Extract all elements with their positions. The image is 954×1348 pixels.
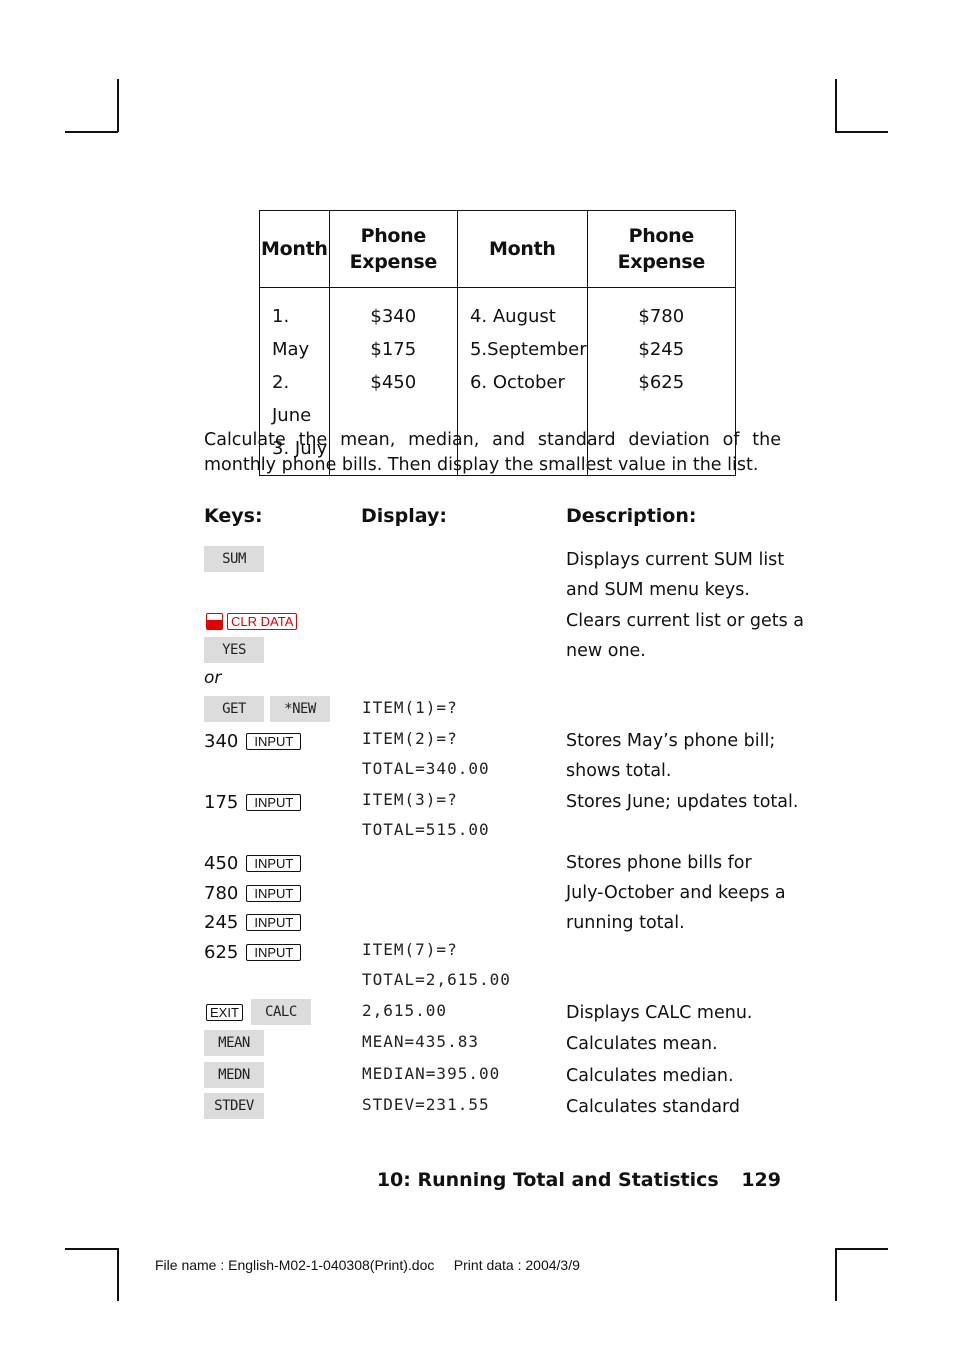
new-softkey[interactable]: *NEW: [270, 696, 330, 722]
description-line: Clears current list or gets a: [566, 611, 805, 631]
crop-mark: [117, 79, 119, 132]
step-description: Stores May’s phone bill; shows total.: [566, 726, 775, 786]
page-number: 129: [741, 1169, 781, 1191]
number-entry: 245: [204, 911, 239, 933]
or-label: or: [204, 668, 222, 688]
input-key[interactable]: INPUT: [246, 793, 302, 811]
step-description: Calculates median.: [566, 1066, 734, 1086]
month-label: 2. June: [272, 372, 312, 426]
crop-mark: [835, 131, 888, 133]
clr-description: Clears current list or gets a new one.: [566, 606, 804, 666]
lcd-display: TOTAL=515.00: [362, 820, 490, 839]
step-description: Calculates standard: [566, 1097, 741, 1117]
lcd-display: ITEM(7)=?: [362, 940, 458, 959]
step-description: Calculates mean.: [566, 1034, 718, 1054]
header-phone-expense: Phone Expense: [328, 210, 458, 288]
yes-softkey[interactable]: YES: [204, 637, 264, 663]
number-entry: 175: [204, 791, 239, 813]
description-line: Stores phone bills for: [566, 853, 752, 873]
month-label: 4. August: [469, 306, 556, 327]
header-month: Month: [259, 210, 330, 288]
crop-mark: [65, 1248, 118, 1250]
lcd-display: ITEM(3)=?: [362, 790, 458, 809]
lcd-display: TOTAL=2,615.00: [362, 970, 511, 989]
month-label: 5.September: [469, 339, 587, 360]
keys-heading: Keys:: [204, 505, 263, 527]
month-label: 1. May: [272, 306, 310, 360]
stdev-softkey[interactable]: STDEV: [204, 1093, 264, 1119]
number-entry: 450: [204, 852, 239, 874]
crop-mark: [835, 1248, 888, 1250]
header-phone-expense: Phone Expense: [586, 210, 736, 288]
number-entry: 340: [204, 730, 239, 752]
page-footer: 10: Running Total and Statistics 129: [377, 1169, 781, 1191]
description-heading: Description:: [566, 505, 697, 527]
description-line: and SUM menu keys.: [566, 580, 750, 600]
expense-value: $175: [370, 339, 417, 360]
month-label: 6. October: [469, 372, 565, 393]
medn-softkey[interactable]: MEDN: [204, 1062, 264, 1088]
expense-value: $340: [370, 306, 417, 327]
description-line: running total.: [566, 913, 685, 933]
intro-paragraph: Calculate the mean, median, and standard…: [204, 430, 781, 475]
sum-softkey[interactable]: SUM: [204, 546, 264, 572]
chapter-title: 10: Running Total and Statistics: [376, 1169, 719, 1191]
expense-value: $780: [638, 306, 685, 327]
lcd-display: ITEM(2)=?: [362, 729, 458, 748]
input-key[interactable]: INPUT: [246, 913, 302, 931]
shift-key-icon[interactable]: [206, 612, 223, 630]
input-key[interactable]: INPUT: [246, 943, 302, 961]
step-description: Displays CALC menu.: [566, 1003, 753, 1023]
expense-value: $450: [370, 372, 417, 393]
get-softkey[interactable]: GET: [204, 696, 264, 722]
lcd-display: MEAN=435.83: [362, 1032, 479, 1051]
table-header-row: Month Phone Expense Month Phone Expense: [259, 210, 736, 288]
mean-softkey[interactable]: MEAN: [204, 1030, 264, 1056]
number-entry: 780: [204, 882, 239, 904]
exit-key[interactable]: EXIT: [206, 1003, 243, 1021]
crop-mark: [835, 1248, 837, 1301]
lcd-display: 2,615.00: [362, 1001, 448, 1020]
lcd-display: ITEM(1)=?: [362, 698, 458, 717]
lcd-display: MEDIAN=395.00: [362, 1064, 501, 1083]
description-line: Displays current SUM list: [566, 550, 785, 570]
lcd-display: TOTAL=340.00: [362, 759, 490, 778]
description-line: new one.: [566, 641, 646, 661]
display-heading: Display:: [361, 505, 447, 527]
expense-value: $245: [638, 339, 685, 360]
input-key[interactable]: INPUT: [246, 732, 302, 750]
description-line: shows total.: [566, 761, 672, 781]
header-month: Month: [456, 210, 588, 288]
input-key[interactable]: INPUT: [246, 884, 302, 902]
sum-description: Displays current SUM list and SUM menu k…: [566, 545, 784, 605]
step-description: Stores June; updates total.: [566, 792, 799, 812]
file-info: File name : English-M02-1-040308(Print).…: [155, 1257, 580, 1273]
crop-mark: [117, 1248, 119, 1301]
calc-softkey[interactable]: CALC: [250, 999, 311, 1025]
expense-value: $625: [638, 372, 685, 393]
input-key[interactable]: INPUT: [246, 854, 302, 872]
lcd-display: STDEV=231.55: [362, 1095, 490, 1114]
step-description: Stores phone bills for July-October and …: [566, 848, 786, 938]
description-line: Stores May’s phone bill;: [566, 731, 776, 751]
clr-data-key[interactable]: CLR DATA: [227, 612, 298, 630]
number-entry: 625: [204, 941, 239, 963]
crop-mark: [65, 131, 118, 133]
description-line: July-October and keeps a: [566, 883, 786, 903]
crop-mark: [835, 79, 837, 132]
